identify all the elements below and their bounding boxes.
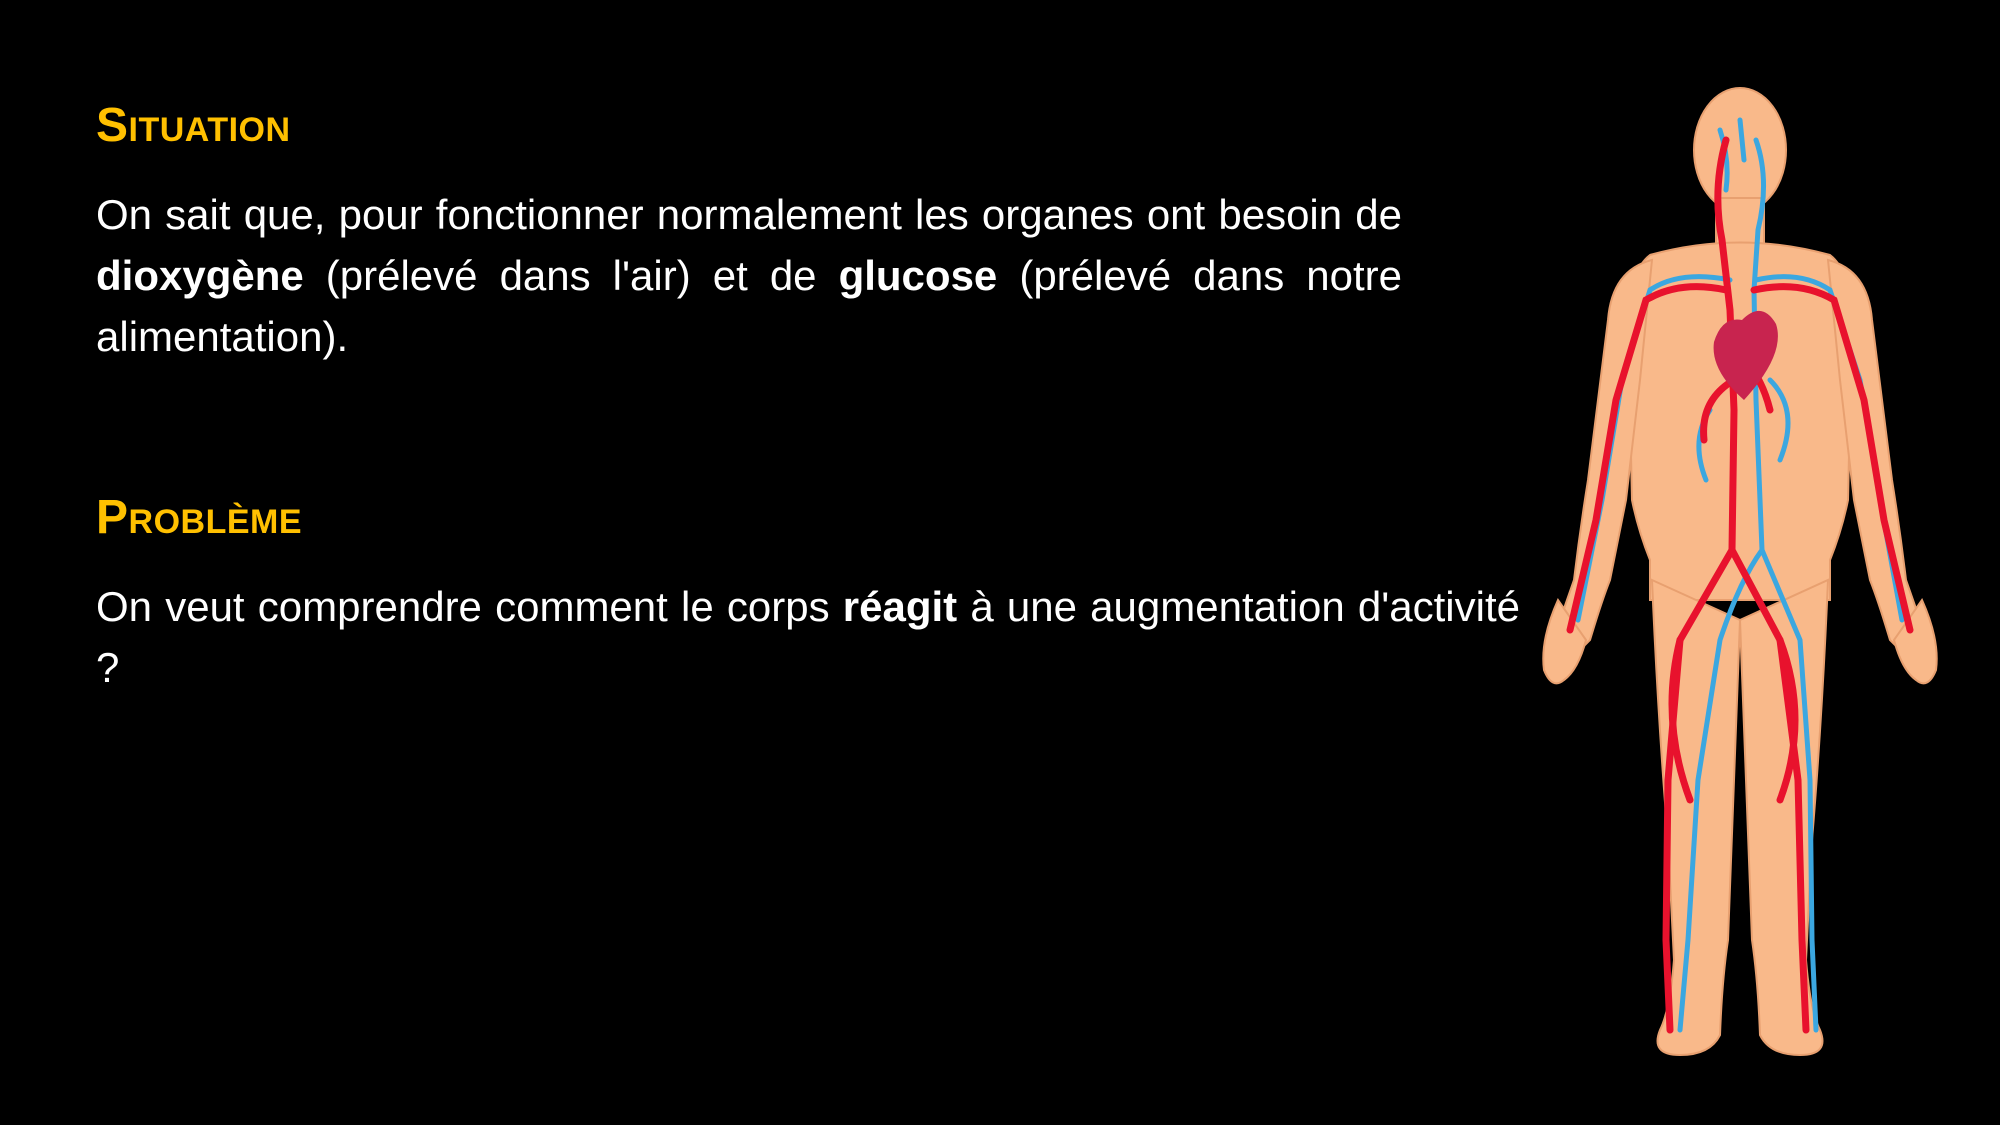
circulatory-system-illustration <box>1530 80 1950 1070</box>
circulatory-system-icon <box>1542 87 1938 1057</box>
situation-heading: Situation <box>96 99 291 152</box>
reagit-term: réagit <box>842 583 958 630</box>
probleme-text-1: On veut comprendre comment le corps <box>96 583 843 630</box>
situation-text-1: On sait que, pour fonctionner normalemen… <box>96 191 1402 238</box>
situation-paragraph: On sait que, pour fonctionner normalemen… <box>96 184 1402 367</box>
dioxygene-term: dioxygène <box>96 252 304 299</box>
probleme-heading: Problème <box>96 491 303 544</box>
situation-text-2: (prélevé dans l'air) et de <box>303 252 839 299</box>
glucose-term: glucose <box>838 252 998 299</box>
probleme-paragraph: On veut comprendre comment le corps réag… <box>96 576 1520 698</box>
